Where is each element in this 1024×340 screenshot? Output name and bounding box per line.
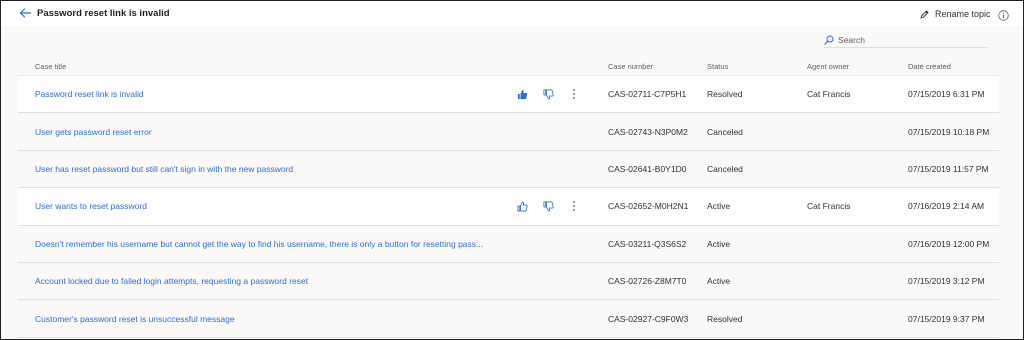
pencil-icon bbox=[919, 9, 930, 20]
table-row[interactable]: Doesn't remember his username but cannot… bbox=[18, 226, 999, 263]
search-box[interactable] bbox=[824, 33, 987, 48]
cases-table: Case title Case number Status Agent owne… bbox=[18, 58, 999, 338]
case-title-link[interactable]: User has reset password but still can't … bbox=[35, 164, 293, 174]
table-row[interactable]: Password reset link is invalid CAS-02711-… bbox=[18, 76, 999, 114]
case-number: CAS-02641-B0Y1D0 bbox=[608, 163, 687, 174]
case-number: CAS-02711-C7P5H1 bbox=[608, 89, 687, 100]
date-created: 07/16/2019 2:14 AM bbox=[908, 201, 985, 212]
table-row[interactable]: User has reset password but still can't … bbox=[18, 151, 999, 189]
info-icon[interactable] bbox=[998, 8, 1009, 21]
case-title-link[interactable]: User gets password reset error bbox=[35, 127, 152, 137]
case-number: CAS-03211-Q3S6S2 bbox=[608, 238, 687, 249]
table-row[interactable]: User wants to reset password CAS-02652-M0… bbox=[18, 188, 999, 226]
case-title-link[interactable]: Customer's password reset is unsuccessfu… bbox=[35, 314, 235, 324]
case-number: CAS-02726-Z8M7T0 bbox=[608, 276, 687, 287]
date-created: 07/15/2019 9:37 PM bbox=[908, 313, 985, 324]
header-bar: Password reset link is invalid Rename to… bbox=[1, 1, 1023, 26]
case-status: Resolved bbox=[707, 89, 743, 100]
thumbs-down-icon[interactable] bbox=[542, 200, 554, 212]
agent-owner: Cat Francis bbox=[807, 89, 851, 100]
case-number: CAS-02743-N3P0M2 bbox=[608, 126, 688, 137]
column-header-agent-owner[interactable]: Agent owner bbox=[807, 62, 849, 71]
case-status: Active bbox=[707, 276, 731, 287]
column-header-status[interactable]: Status bbox=[707, 62, 728, 71]
thumbs-up-filled-icon[interactable] bbox=[516, 88, 528, 100]
case-status: Active bbox=[707, 201, 731, 212]
case-title-link[interactable]: Account locked due to failed login attem… bbox=[35, 276, 308, 286]
case-status: Canceled bbox=[707, 163, 743, 174]
case-status: Resolved bbox=[707, 313, 743, 324]
search-icon bbox=[824, 35, 834, 45]
column-header-case-number[interactable]: Case number bbox=[608, 62, 653, 71]
table-row[interactable]: Account locked due to failed login attem… bbox=[18, 263, 999, 301]
search-input[interactable] bbox=[838, 35, 978, 45]
case-title-link[interactable]: Password reset link is invalid bbox=[35, 89, 144, 99]
column-header-case-title[interactable]: Case title bbox=[35, 62, 66, 71]
case-number: CAS-02927-C9F0W3 bbox=[608, 313, 689, 324]
table-row[interactable]: Customer's password reset is unsuccessfu… bbox=[18, 300, 999, 338]
page-title: Password reset link is invalid bbox=[37, 8, 170, 19]
case-title-link[interactable]: Doesn't remember his username but cannot… bbox=[35, 239, 483, 249]
thumbs-up-icon[interactable] bbox=[516, 200, 528, 212]
thumbs-down-icon[interactable] bbox=[542, 88, 554, 100]
date-created: 07/16/2019 12:00 PM bbox=[908, 238, 990, 249]
topic-panel: Password reset link is invalid Rename to… bbox=[0, 0, 1024, 340]
date-created: 07/15/2019 11:57 PM bbox=[908, 163, 989, 174]
table-header: Case title Case number Status Agent owne… bbox=[18, 58, 999, 76]
rename-topic-button[interactable]: Rename topic bbox=[919, 7, 991, 21]
date-created: 07/15/2019 3:12 PM bbox=[908, 276, 985, 287]
date-created: 07/15/2019 6:31 PM bbox=[908, 89, 985, 100]
table-row[interactable]: User gets password reset error CAS-02743-… bbox=[18, 113, 999, 151]
date-created: 07/15/2019 10:18 PM bbox=[908, 126, 990, 137]
case-title-link[interactable]: User wants to reset password bbox=[35, 201, 147, 211]
agent-owner: Cat Francis bbox=[807, 201, 851, 212]
more-options-icon[interactable] bbox=[568, 88, 580, 100]
back-arrow-icon[interactable] bbox=[18, 6, 32, 20]
more-options-icon[interactable] bbox=[568, 200, 580, 212]
case-status: Active bbox=[707, 238, 731, 249]
table-body: Password reset link is invalid CAS-02711-… bbox=[18, 76, 999, 338]
case-number: CAS-02652-M0H2N1 bbox=[608, 201, 689, 212]
column-header-date-created[interactable]: Date created bbox=[908, 62, 951, 71]
case-status: Canceled bbox=[707, 126, 743, 137]
rename-topic-label: Rename topic bbox=[935, 9, 991, 19]
